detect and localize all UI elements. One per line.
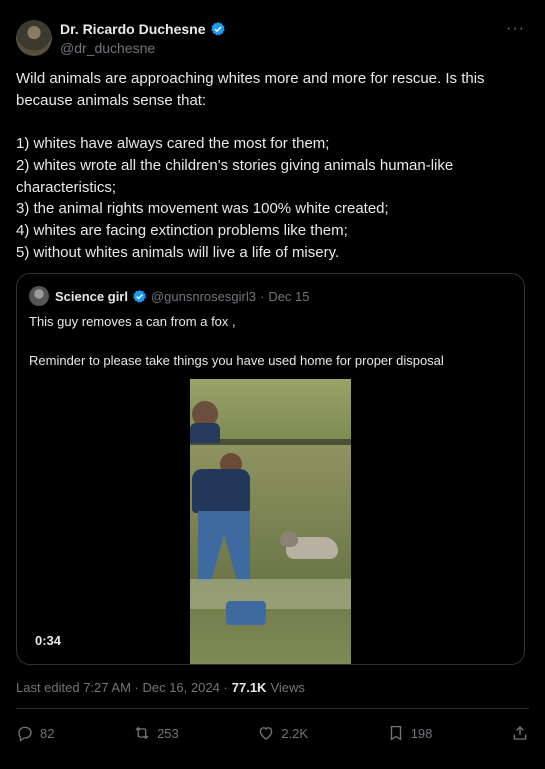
share-button[interactable] (511, 724, 529, 742)
quoted-tweet[interactable]: Science girl @gunsnrosesgirl3 · Dec 15 T… (16, 273, 525, 665)
video-duration: 0:34 (29, 631, 68, 650)
quoted-separator: · (259, 288, 265, 304)
quoted-author-avatar (29, 286, 49, 306)
like-count: 2.2K (281, 725, 309, 741)
video-person-body-top (190, 423, 220, 443)
quoted-verified-badge-icon (133, 289, 146, 303)
video-fox-head (280, 531, 298, 547)
bookmark-count: 198 (410, 725, 433, 741)
video-blur-band (190, 579, 351, 609)
bookmark-icon (390, 725, 401, 741)
share-icon (513, 726, 527, 740)
video-person-torso (192, 469, 250, 513)
quoted-tweet-header: Science girl @gunsnrosesgirl3 · Dec 15 (29, 286, 310, 306)
quoted-date: Dec 15 (268, 288, 310, 304)
bookmark-button[interactable]: 198 (387, 724, 433, 742)
author-handle[interactable]: @dr_duchesne (60, 40, 226, 56)
edited-timestamp[interactable]: Last edited 7:27 AM · Dec 16, 2024 · (16, 680, 228, 695)
author-name-row: Dr. Ricardo Duchesne (60, 21, 226, 37)
views-count: 77.1K (231, 680, 267, 695)
author-display-name[interactable]: Dr. Ricardo Duchesne (60, 21, 206, 37)
quoted-tweet-text: This guy removes a can from a fox , Remi… (29, 314, 444, 368)
views-label: Views (270, 680, 305, 695)
heart-icon (260, 727, 273, 740)
tweet-text: Wild animals are approaching whites more… (16, 70, 485, 261)
divider (16, 708, 529, 709)
video-person-legs-bottom (226, 601, 266, 625)
reply-count: 82 (40, 725, 55, 741)
reply-icon (18, 726, 32, 742)
quoted-author-handle: @gunsnrosesgirl3 (150, 288, 256, 304)
reply-button[interactable]: 82 (16, 724, 54, 742)
author-avatar[interactable] (16, 20, 52, 56)
action-bar: 82 253 2.2K 198 (16, 720, 529, 746)
repost-button[interactable]: 253 (133, 724, 179, 742)
like-button[interactable]: 2.2K (257, 724, 308, 742)
quoted-author-name: Science girl (55, 288, 128, 304)
repost-icon (135, 726, 149, 740)
verified-badge-icon (210, 21, 225, 36)
author-names: Dr. Ricardo Duchesne @dr_duchesne (60, 21, 226, 56)
tweet-header: Dr. Ricardo Duchesne @dr_duchesne ··· (16, 16, 529, 60)
tweet-meta: Last edited 7:27 AM · Dec 16, 2024 · 77.… (16, 680, 305, 695)
video-thumbnail[interactable] (190, 379, 351, 664)
repost-count: 253 (157, 725, 179, 741)
more-options-icon[interactable]: ··· (506, 20, 525, 38)
